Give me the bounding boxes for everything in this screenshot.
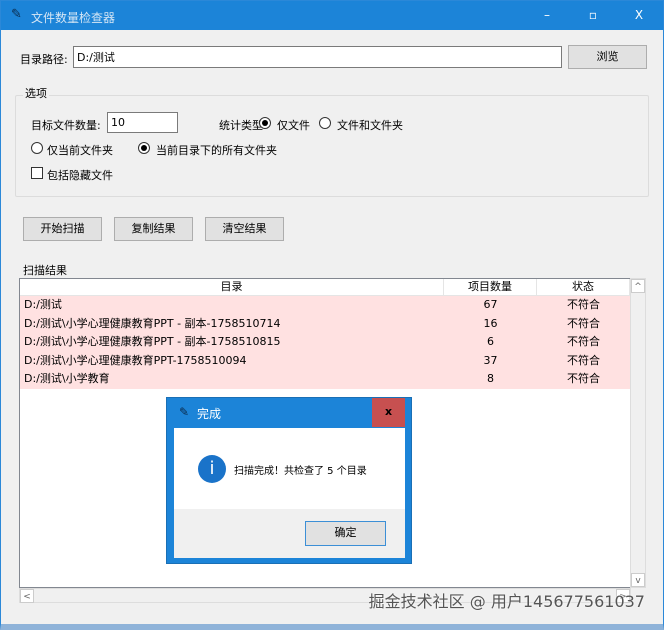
- feather-icon: ✎: [179, 405, 190, 419]
- current-folder-only-radio[interactable]: [31, 142, 43, 154]
- dialog-title: 完成: [197, 407, 222, 421]
- include-hidden-label[interactable]: 包括隐藏文件: [47, 167, 113, 183]
- results-label: 扫描结果: [23, 264, 67, 277]
- start-scan-button[interactable]: 开始扫描: [23, 217, 102, 241]
- files-only-label[interactable]: 仅文件: [277, 117, 310, 133]
- feather-icon: ✎: [11, 7, 22, 22]
- maximize-button[interactable]: ▫: [570, 1, 616, 30]
- cell-count: 8: [487, 372, 494, 385]
- column-header-directory[interactable]: 目录: [20, 279, 444, 296]
- cell-status: 不符合: [567, 372, 600, 385]
- path-input[interactable]: [73, 46, 562, 68]
- table-row[interactable]: D:/测试 67 不符合: [20, 296, 630, 315]
- completion-dialog: ✎ 完成 x i 扫描完成！共检查了 5 个目录 确定: [166, 397, 412, 564]
- window-title: 文件数量检查器: [31, 11, 116, 25]
- include-hidden-checkbox[interactable]: [31, 167, 43, 179]
- scroll-up-icon[interactable]: ^: [631, 279, 645, 293]
- table-row[interactable]: D:/测试\小学教育 8 不符合: [20, 370, 630, 389]
- target-count-label: 目标文件数量:: [31, 119, 101, 132]
- dialog-body: i 扫描完成！共检查了 5 个目录: [174, 428, 405, 509]
- info-icon: i: [198, 455, 226, 483]
- target-count-input[interactable]: [107, 112, 178, 133]
- cell-status: 不符合: [567, 316, 600, 330]
- dialog-footer: 确定: [174, 509, 405, 558]
- cell-status: 不符合: [567, 335, 600, 348]
- cell-directory: D:/测试: [24, 298, 62, 311]
- table-row[interactable]: D:/测试\小学心理健康教育PPT-1758510094 37 不符合: [20, 351, 630, 370]
- close-button[interactable]: X: [616, 1, 662, 30]
- options-label: 选项: [23, 85, 49, 101]
- path-label: 目录路径:: [20, 53, 68, 66]
- ok-button[interactable]: 确定: [305, 521, 386, 546]
- cell-directory: D:/测试\小学心理健康教育PPT - 副本-1758510815: [24, 335, 281, 348]
- dialog-close-button[interactable]: x: [372, 398, 405, 427]
- scroll-down-icon[interactable]: v: [631, 573, 645, 587]
- cell-directory: D:/测试\小学心理健康教育PPT-1758510094: [24, 353, 247, 367]
- vertical-scrollbar[interactable]: ^ v: [630, 278, 646, 588]
- current-folder-only-label[interactable]: 仅当前文件夹: [47, 142, 113, 158]
- files-only-radio[interactable]: [259, 117, 271, 129]
- cell-directory: D:/测试\小学心理健康教育PPT - 副本-1758510714: [24, 316, 281, 330]
- clear-results-button[interactable]: 清空结果: [205, 217, 284, 241]
- column-header-status[interactable]: 状态: [537, 279, 630, 296]
- title-bar: ✎ 文件数量检查器 – ▫ X: [1, 1, 663, 30]
- column-header-count[interactable]: 项目数量: [444, 279, 537, 296]
- copy-results-button[interactable]: 复制结果: [114, 217, 193, 241]
- browse-button[interactable]: 浏览: [568, 45, 647, 69]
- scroll-left-icon[interactable]: <: [20, 589, 34, 603]
- cell-count: 6: [487, 335, 494, 348]
- table-row[interactable]: D:/测试\小学心理健康教育PPT - 副本-1758510815 6 不符合: [20, 333, 630, 352]
- cell-count: 67: [483, 298, 498, 311]
- cell-count: 16: [483, 316, 498, 330]
- table-row[interactable]: D:/测试\小学心理健康教育PPT - 副本-1758510714 16 不符合: [20, 314, 630, 333]
- dialog-message: 扫描完成！共检查了 5 个目录: [234, 466, 367, 477]
- all-subfolders-label[interactable]: 当前目录下的所有文件夹: [156, 142, 277, 158]
- files-and-folders-label[interactable]: 文件和文件夹: [337, 117, 403, 133]
- files-and-folders-radio[interactable]: [319, 117, 331, 129]
- minimize-button[interactable]: –: [524, 1, 570, 30]
- cell-status: 不符合: [567, 298, 600, 311]
- cell-status: 不符合: [567, 353, 600, 367]
- cell-directory: D:/测试\小学教育: [24, 372, 110, 385]
- all-subfolders-radio[interactable]: [138, 142, 150, 154]
- watermark: 掘金技术社区 @ 用户145677561037: [368, 592, 645, 611]
- cell-count: 37: [483, 353, 498, 367]
